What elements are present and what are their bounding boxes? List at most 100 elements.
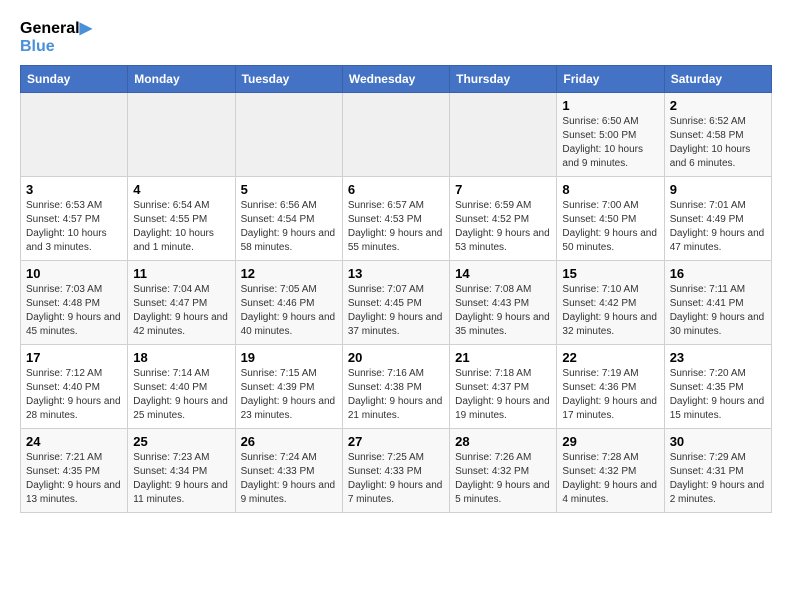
day-info: Sunrise: 7:14 AMSunset: 4:40 PMDaylight:… [133,367,229,423]
day-number: 18 [133,350,229,365]
day-number: 21 [455,350,551,365]
weekday-header-monday: Monday [128,66,235,93]
calendar-cell: 8 Sunrise: 7:00 AMSunset: 4:50 PMDaylight… [557,177,664,261]
weekday-header-thursday: Thursday [450,66,557,93]
day-info: Sunrise: 7:12 AMSunset: 4:40 PMDaylight:… [26,367,122,423]
day-info: Sunrise: 7:23 AMSunset: 4:34 PMDaylight:… [133,451,229,507]
page-header: General▶ Blue [20,20,772,55]
day-info: Sunrise: 7:08 AMSunset: 4:43 PMDaylight:… [455,283,551,339]
day-info: Sunrise: 7:03 AMSunset: 4:48 PMDaylight:… [26,283,122,339]
day-info: Sunrise: 7:16 AMSunset: 4:38 PMDaylight:… [348,367,444,423]
calendar-cell: 9 Sunrise: 7:01 AMSunset: 4:49 PMDaylight… [664,177,771,261]
day-number: 8 [562,182,658,197]
calendar-cell [342,93,449,177]
calendar-cell: 18 Sunrise: 7:14 AMSunset: 4:40 PMDayligh… [128,345,235,429]
calendar-cell [21,93,128,177]
logo: General▶ Blue [20,20,92,55]
day-info: Sunrise: 6:59 AMSunset: 4:52 PMDaylight:… [455,199,551,255]
day-number: 9 [670,182,766,197]
day-info: Sunrise: 7:21 AMSunset: 4:35 PMDaylight:… [26,451,122,507]
calendar-cell: 29Sunrise: 7:28 AMSunset: 4:32 PMDayligh… [557,429,664,513]
day-number: 30 [670,434,766,449]
day-info: Sunrise: 7:00 AMSunset: 4:50 PMDaylight:… [562,199,658,255]
calendar-cell: 24 Sunrise: 7:21 AMSunset: 4:35 PMDayligh… [21,429,128,513]
calendar-cell: 1 Sunrise: 6:50 AMSunset: 5:00 PMDaylight… [557,93,664,177]
day-number: 1 [562,98,658,113]
day-number: 19 [241,350,337,365]
day-info: Sunrise: 7:10 AMSunset: 4:42 PMDaylight:… [562,283,658,339]
day-number: 15 [562,266,658,281]
day-number: 24 [26,434,122,449]
day-number: 28 [455,434,551,449]
calendar-week-2: 3 Sunrise: 6:53 AMSunset: 4:57 PMDaylight… [21,177,772,261]
day-info: Sunrise: 7:18 AMSunset: 4:37 PMDaylight:… [455,367,551,423]
weekday-header-sunday: Sunday [21,66,128,93]
calendar-table: SundayMondayTuesdayWednesdayThursdayFrid… [20,65,772,513]
calendar-cell: 16Sunrise: 7:11 AMSunset: 4:41 PMDayligh… [664,261,771,345]
calendar-cell: 10 Sunrise: 7:03 AMSunset: 4:48 PMDayligh… [21,261,128,345]
calendar-cell: 17 Sunrise: 7:12 AMSunset: 4:40 PMDayligh… [21,345,128,429]
calendar-week-4: 17 Sunrise: 7:12 AMSunset: 4:40 PMDayligh… [21,345,772,429]
day-info: Sunrise: 7:20 AMSunset: 4:35 PMDaylight:… [670,367,766,423]
calendar-cell: 13 Sunrise: 7:07 AMSunset: 4:45 PMDayligh… [342,261,449,345]
day-number: 29 [562,434,658,449]
calendar-week-3: 10 Sunrise: 7:03 AMSunset: 4:48 PMDayligh… [21,261,772,345]
weekday-header-saturday: Saturday [664,66,771,93]
day-number: 4 [133,182,229,197]
day-info: Sunrise: 6:53 AMSunset: 4:57 PMDaylight:… [26,199,122,255]
day-info: Sunrise: 7:25 AMSunset: 4:33 PMDaylight:… [348,451,444,507]
day-number: 11 [133,266,229,281]
day-number: 10 [26,266,122,281]
calendar-cell: 19 Sunrise: 7:15 AMSunset: 4:39 PMDayligh… [235,345,342,429]
calendar-cell: 12 Sunrise: 7:05 AMSunset: 4:46 PMDayligh… [235,261,342,345]
day-info: Sunrise: 7:04 AMSunset: 4:47 PMDaylight:… [133,283,229,339]
day-number: 6 [348,182,444,197]
day-info: Sunrise: 7:01 AMSunset: 4:49 PMDaylight:… [670,199,766,255]
day-number: 23 [670,350,766,365]
weekday-header-row: SundayMondayTuesdayWednesdayThursdayFrid… [21,66,772,93]
day-number: 17 [26,350,122,365]
day-info: Sunrise: 7:15 AMSunset: 4:39 PMDaylight:… [241,367,337,423]
calendar-cell: 28 Sunrise: 7:26 AMSunset: 4:32 PMDayligh… [450,429,557,513]
day-info: Sunrise: 7:26 AMSunset: 4:32 PMDaylight:… [455,451,551,507]
calendar-cell: 26 Sunrise: 7:24 AMSunset: 4:33 PMDayligh… [235,429,342,513]
logo-text: General▶ Blue [20,20,92,55]
day-info: Sunrise: 6:54 AMSunset: 4:55 PMDaylight:… [133,199,229,255]
day-info: Sunrise: 7:05 AMSunset: 4:46 PMDaylight:… [241,283,337,339]
day-number: 13 [348,266,444,281]
day-number: 5 [241,182,337,197]
calendar-cell: 20 Sunrise: 7:16 AMSunset: 4:38 PMDayligh… [342,345,449,429]
day-number: 25 [133,434,229,449]
day-number: 22 [562,350,658,365]
day-info: Sunrise: 7:29 AMSunset: 4:31 PMDaylight:… [670,451,766,507]
calendar-cell: 11 Sunrise: 7:04 AMSunset: 4:47 PMDayligh… [128,261,235,345]
calendar-cell: 23 Sunrise: 7:20 AMSunset: 4:35 PMDayligh… [664,345,771,429]
calendar-cell [450,93,557,177]
day-number: 27 [348,434,444,449]
day-number: 3 [26,182,122,197]
calendar-week-1: 1 Sunrise: 6:50 AMSunset: 5:00 PMDaylight… [21,93,772,177]
day-number: 7 [455,182,551,197]
calendar-cell: 22 Sunrise: 7:19 AMSunset: 4:36 PMDayligh… [557,345,664,429]
calendar-cell [128,93,235,177]
day-info: Sunrise: 7:19 AMSunset: 4:36 PMDaylight:… [562,367,658,423]
day-info: Sunrise: 6:52 AMSunset: 4:58 PMDaylight:… [670,115,766,171]
calendar-cell: 27 Sunrise: 7:25 AMSunset: 4:33 PMDayligh… [342,429,449,513]
calendar-cell [235,93,342,177]
calendar-cell: 30 Sunrise: 7:29 AMSunset: 4:31 PMDayligh… [664,429,771,513]
day-number: 20 [348,350,444,365]
calendar-cell: 4 Sunrise: 6:54 AMSunset: 4:55 PMDaylight… [128,177,235,261]
day-info: Sunrise: 6:57 AMSunset: 4:53 PMDaylight:… [348,199,444,255]
day-info: Sunrise: 7:11 AMSunset: 4:41 PMDaylight:… [670,283,766,339]
calendar-cell: 14Sunrise: 7:08 AMSunset: 4:43 PMDayligh… [450,261,557,345]
day-info: Sunrise: 6:56 AMSunset: 4:54 PMDaylight:… [241,199,337,255]
calendar-cell: 6 Sunrise: 6:57 AMSunset: 4:53 PMDaylight… [342,177,449,261]
day-info: Sunrise: 6:50 AMSunset: 5:00 PMDaylight:… [562,115,658,171]
calendar-cell: 7 Sunrise: 6:59 AMSunset: 4:52 PMDaylight… [450,177,557,261]
day-number: 12 [241,266,337,281]
day-info: Sunrise: 7:07 AMSunset: 4:45 PMDaylight:… [348,283,444,339]
day-info: Sunrise: 7:24 AMSunset: 4:33 PMDaylight:… [241,451,337,507]
calendar-cell: 5 Sunrise: 6:56 AMSunset: 4:54 PMDaylight… [235,177,342,261]
day-number: 2 [670,98,766,113]
day-number: 26 [241,434,337,449]
